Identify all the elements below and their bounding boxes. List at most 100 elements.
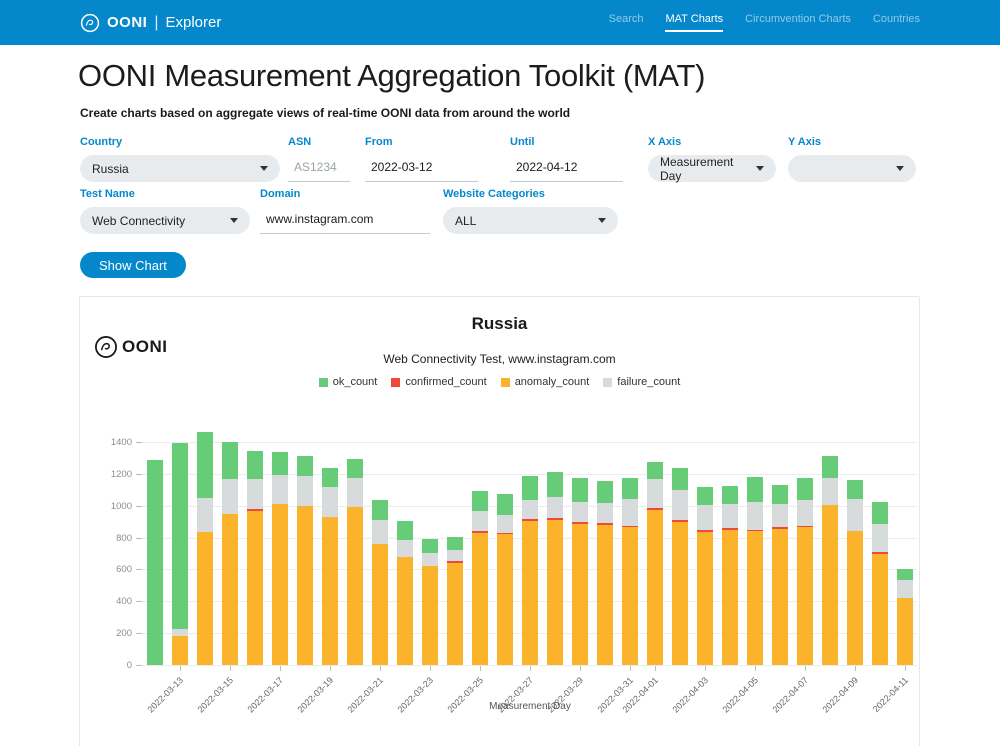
x-tick-mark xyxy=(430,666,431,671)
bar-segment-anomaly_count xyxy=(572,524,588,665)
bar-2022-03-20[interactable] xyxy=(347,459,363,665)
y-tick-mark xyxy=(136,474,142,475)
from-date-input[interactable] xyxy=(365,155,478,182)
bar-segment-anomaly_count xyxy=(547,520,563,665)
bar-2022-03-31[interactable] xyxy=(622,478,638,665)
bar-2022-03-17[interactable] xyxy=(272,452,288,665)
bar-2022-03-29[interactable] xyxy=(572,478,588,665)
bar-2022-04-05[interactable] xyxy=(747,477,763,665)
domain-input[interactable] xyxy=(260,207,430,234)
nav-circumvention-charts[interactable]: Circumvention Charts xyxy=(745,13,851,32)
bar-segment-anomaly_count xyxy=(872,554,888,666)
bar-2022-03-15[interactable] xyxy=(222,442,238,665)
bar-segment-failure_count xyxy=(422,553,438,567)
bar-2022-04-07[interactable] xyxy=(797,478,813,665)
y-tick-label: 1000 xyxy=(92,501,132,512)
brand-product: Explorer xyxy=(166,14,222,31)
legend-item-ok-count: ok_count xyxy=(319,376,378,388)
nav-countries[interactable]: Countries xyxy=(873,13,920,32)
legend-swatch-anomaly xyxy=(501,378,510,387)
page-subtitle: Create charts based on aggregate views o… xyxy=(80,106,570,120)
bar-2022-04-10[interactable] xyxy=(872,502,888,665)
bar-segment-failure_count xyxy=(247,479,263,509)
chevron-down-icon xyxy=(260,166,268,171)
bar-segment-anomaly_count xyxy=(422,566,438,665)
bar-2022-03-19[interactable] xyxy=(322,468,338,665)
bar-2022-04-01[interactable] xyxy=(647,462,663,665)
chart-title: Russia xyxy=(80,314,919,334)
bar-segment-ok_count xyxy=(722,486,738,504)
bar-segment-ok_count xyxy=(847,480,863,499)
bar-2022-03-12[interactable] xyxy=(147,460,163,665)
bar-segment-anomaly_count xyxy=(747,531,763,665)
bar-2022-03-14[interactable] xyxy=(197,432,213,665)
bar-segment-ok_count xyxy=(497,494,513,516)
y-axis-select[interactable] xyxy=(788,155,916,182)
country-select[interactable]: Russia xyxy=(80,155,280,182)
bar-2022-04-04[interactable] xyxy=(722,486,738,665)
website-categories-select[interactable]: ALL xyxy=(443,207,618,234)
bar-2022-03-21[interactable] xyxy=(372,500,388,665)
bar-segment-ok_count xyxy=(297,456,313,477)
bar-segment-anomaly_count xyxy=(672,522,688,665)
bar-2022-03-30[interactable] xyxy=(597,481,613,665)
bar-2022-04-08[interactable] xyxy=(822,456,838,665)
brand-logo[interactable]: OONI | Explorer xyxy=(80,13,221,33)
test-name-select[interactable]: Web Connectivity xyxy=(80,207,250,234)
bar-segment-anomaly_count xyxy=(797,527,813,665)
x-tick-mark xyxy=(805,666,806,671)
chevron-down-icon xyxy=(230,218,238,223)
bar-segment-ok_count xyxy=(572,478,588,502)
bar-2022-03-23[interactable] xyxy=(422,539,438,665)
chart-subtitle: Web Connectivity Test, www.instagram.com xyxy=(80,352,919,366)
legend-swatch-failure xyxy=(603,378,612,387)
bar-segment-anomaly_count xyxy=(622,527,638,665)
bar-2022-04-11[interactable] xyxy=(897,569,913,665)
bar-segment-failure_count xyxy=(222,479,238,514)
bar-segment-anomaly_count xyxy=(172,636,188,665)
bar-2022-04-06[interactable] xyxy=(772,485,788,665)
bar-2022-03-25[interactable] xyxy=(472,491,488,665)
asn-input[interactable] xyxy=(288,155,350,182)
nav-search[interactable]: Search xyxy=(609,13,644,32)
bar-2022-04-03[interactable] xyxy=(697,487,713,665)
x-axis-select[interactable]: Measurement Day xyxy=(648,155,776,182)
bar-segment-ok_count xyxy=(897,569,913,579)
until-date-input[interactable] xyxy=(510,155,623,182)
bar-2022-03-28[interactable] xyxy=(547,472,563,665)
app-header: OONI | Explorer Search MAT Charts Circum… xyxy=(0,0,1000,45)
bar-2022-03-16[interactable] xyxy=(247,451,263,665)
bar-segment-anomaly_count xyxy=(447,563,463,665)
chart-legend: ok_count confirmed_count anomaly_count f… xyxy=(80,376,919,388)
bar-segment-ok_count xyxy=(597,481,613,503)
y-tick-mark xyxy=(136,601,142,602)
bar-2022-04-09[interactable] xyxy=(847,480,863,665)
bar-segment-ok_count xyxy=(747,477,763,502)
bar-2022-04-02[interactable] xyxy=(672,468,688,665)
bar-segment-anomaly_count xyxy=(697,532,713,665)
bar-2022-03-26[interactable] xyxy=(497,494,513,665)
bar-segment-ok_count xyxy=(797,478,813,500)
main-nav: Search MAT Charts Circumvention Charts C… xyxy=(609,13,920,32)
bar-2022-03-27[interactable] xyxy=(522,476,538,665)
bar-segment-failure_count xyxy=(272,475,288,504)
show-chart-button[interactable]: Show Chart xyxy=(80,252,186,278)
bar-2022-03-18[interactable] xyxy=(297,456,313,665)
bar-segment-failure_count xyxy=(547,497,563,519)
field-x-axis: X Axis Measurement Day xyxy=(648,136,776,182)
bar-2022-03-22[interactable] xyxy=(397,521,413,665)
field-test-name: Test Name Web Connectivity xyxy=(80,188,250,234)
brand-name: OONI xyxy=(107,14,147,31)
x-tick-mark xyxy=(480,666,481,671)
bar-2022-03-24[interactable] xyxy=(447,537,463,665)
bar-segment-anomaly_count xyxy=(522,521,538,665)
bar-2022-03-13[interactable] xyxy=(172,443,188,665)
legend-swatch-confirmed xyxy=(391,378,400,387)
bar-segment-anomaly_count xyxy=(597,525,613,665)
nav-mat-charts[interactable]: MAT Charts xyxy=(665,13,723,32)
bar-segment-failure_count xyxy=(722,504,738,528)
field-y-axis: Y Axis xyxy=(788,136,916,182)
x-axis-label: X Axis xyxy=(648,136,776,148)
bar-segment-ok_count xyxy=(822,456,838,478)
chart-card: 02004006008001000120014002022-03-132022-… xyxy=(79,296,920,746)
